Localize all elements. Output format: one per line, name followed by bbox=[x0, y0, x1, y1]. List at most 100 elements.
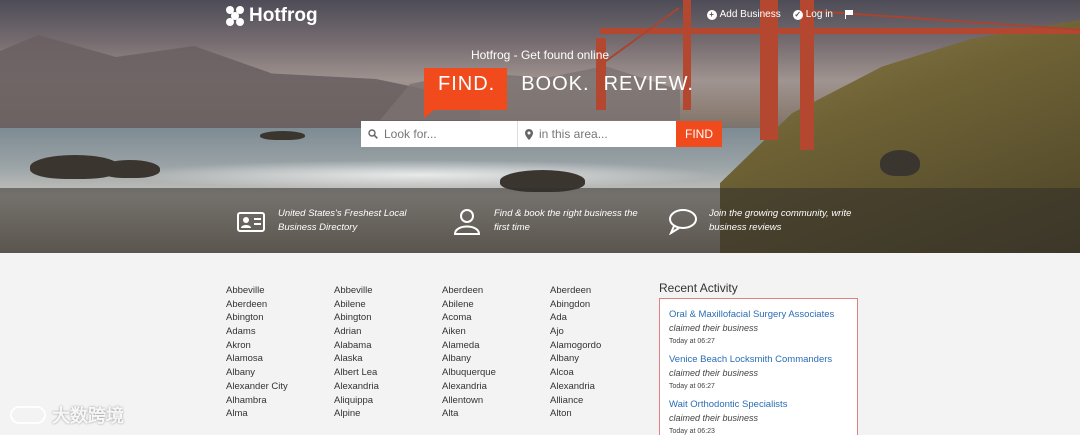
add-business-label: Add Business bbox=[719, 9, 781, 20]
activity-action: claimed their business bbox=[669, 323, 759, 333]
search-bar: Look for... in this area... FIND bbox=[361, 121, 722, 147]
city-link[interactable]: Alliance bbox=[550, 394, 658, 408]
city-link[interactable]: Albert Lea bbox=[334, 366, 442, 380]
top-links: + Add Business ✓ Log in bbox=[706, 9, 854, 20]
city-link[interactable]: Abbeville bbox=[226, 284, 334, 298]
hero-banner: Hotfrog + Add Business ✓ Log in Hotfrog … bbox=[0, 0, 1080, 253]
city-link[interactable]: Alcoa bbox=[550, 366, 658, 380]
city-link[interactable]: Albany bbox=[442, 352, 550, 366]
city-link[interactable]: Abingdon bbox=[550, 298, 658, 312]
headline-words: BOOK. REVIEW. bbox=[507, 68, 694, 96]
feature-find-book: Find & book the right business the first… bbox=[452, 207, 638, 235]
city-link[interactable]: Akron bbox=[226, 339, 334, 353]
city-link[interactable]: Adrian bbox=[334, 325, 442, 339]
city-link[interactable]: Alton bbox=[550, 407, 658, 421]
city-link[interactable]: Abbeville bbox=[334, 284, 442, 298]
search-where-placeholder: in this area... bbox=[539, 127, 608, 141]
city-column: Abbeville Abilene Abington Adrian Alabama Ala… bbox=[334, 284, 442, 421]
feature-line: business reviews bbox=[709, 221, 782, 233]
city-link[interactable]: Aberdeen bbox=[442, 284, 550, 298]
map-pin-icon bbox=[525, 128, 533, 140]
feature-line: first time bbox=[494, 221, 530, 233]
logo-text: Hotfrog bbox=[249, 5, 318, 26]
city-link[interactable]: Albany bbox=[550, 352, 658, 366]
login-link[interactable]: ✓ Log in bbox=[792, 9, 833, 20]
review-word: REVIEW. bbox=[603, 73, 694, 95]
hotfrog-logo[interactable]: Hotfrog bbox=[226, 5, 318, 27]
search-where-input[interactable]: in this area... bbox=[518, 121, 676, 147]
city-link[interactable]: Alexandria bbox=[334, 380, 442, 394]
feature-line: Business Directory bbox=[278, 221, 358, 233]
city-link[interactable]: Aberdeen bbox=[226, 298, 334, 312]
watermark: 大数跨境 bbox=[10, 402, 124, 428]
city-column: Aberdeen Abingdon Ada Ajo Alamogordo Albany Al… bbox=[550, 284, 658, 421]
city-link[interactable]: Alabama bbox=[334, 339, 442, 353]
city-column: Aberdeen Abilene Acoma Aiken Alameda Albany Al… bbox=[442, 284, 550, 421]
flag-icon[interactable] bbox=[845, 10, 854, 19]
wave-foam bbox=[120, 160, 720, 190]
city-link[interactable]: Albuquerque bbox=[442, 366, 550, 380]
user-icon bbox=[453, 209, 481, 235]
city-link[interactable]: Alaska bbox=[334, 352, 442, 366]
activity-item: Oral & Maxillofacial Surgery Associates c… bbox=[669, 308, 848, 348]
feature-text: Find & book the right business the first… bbox=[494, 207, 638, 234]
city-link[interactable]: Albany bbox=[226, 366, 334, 380]
city-link[interactable]: Alta bbox=[442, 407, 550, 421]
activity-timestamp: Today at 06:27 bbox=[669, 338, 715, 345]
city-link[interactable]: Abington bbox=[226, 311, 334, 325]
search-what-input[interactable]: Look for... bbox=[361, 121, 518, 147]
recent-activity-title: Recent Activity bbox=[659, 281, 738, 295]
city-link[interactable]: Alamosa bbox=[226, 352, 334, 366]
feature-line: United States's Freshest Local bbox=[278, 208, 407, 219]
city-link[interactable]: Abilene bbox=[334, 298, 442, 312]
tagline: Hotfrog - Get found online bbox=[470, 48, 610, 62]
feature-text: United States's Freshest Local Business … bbox=[278, 207, 407, 234]
top-navigation: Hotfrog + Add Business ✓ Log in bbox=[0, 0, 1080, 36]
features-band: United States's Freshest Local Business … bbox=[0, 188, 1080, 253]
city-link[interactable]: Abilene bbox=[442, 298, 550, 312]
city-link[interactable]: Alameda bbox=[442, 339, 550, 353]
activity-action: claimed their business bbox=[669, 413, 759, 423]
city-link[interactable]: Allentown bbox=[442, 394, 550, 408]
chat-bubble-icon bbox=[669, 209, 697, 235]
city-link[interactable]: Alamogordo bbox=[550, 339, 658, 353]
hero-headline: FIND. BOOK. REVIEW. bbox=[424, 68, 694, 118]
id-card-icon bbox=[237, 212, 265, 232]
find-button[interactable]: FIND bbox=[676, 121, 722, 147]
activity-item: Venice Beach Locksmith Commanders claimed… bbox=[669, 353, 848, 393]
city-link[interactable]: Alpine bbox=[334, 407, 442, 421]
city-link[interactable]: Alma bbox=[226, 407, 334, 421]
city-link[interactable]: Abington bbox=[334, 311, 442, 325]
city-link[interactable]: Acoma bbox=[442, 311, 550, 325]
city-link[interactable]: Alexandria bbox=[442, 380, 550, 394]
frog-logo-icon bbox=[226, 6, 246, 26]
recent-activity-list: Oral & Maxillofacial Surgery Associates c… bbox=[659, 298, 858, 435]
plus-circle-icon: + bbox=[706, 9, 717, 20]
book-word: BOOK. bbox=[521, 73, 590, 95]
activity-business-link[interactable]: Oral & Maxillofacial Surgery Associates bbox=[669, 308, 848, 321]
city-link[interactable]: Adams bbox=[226, 325, 334, 339]
feature-line: Join the growing community, write bbox=[709, 208, 852, 219]
city-link[interactable]: Aiken bbox=[442, 325, 550, 339]
city-link[interactable]: Aliquippa bbox=[334, 394, 442, 408]
city-directory: Abbeville Aberdeen Abington Adams Akron Alamo… bbox=[226, 284, 658, 421]
activity-business-link[interactable]: Venice Beach Locksmith Commanders bbox=[669, 353, 848, 366]
city-link[interactable]: Aberdeen bbox=[550, 284, 658, 298]
rock bbox=[880, 150, 920, 176]
city-column: Abbeville Aberdeen Abington Adams Akron Alamo… bbox=[226, 284, 334, 421]
city-link[interactable]: Alexander City bbox=[226, 380, 334, 394]
activity-action: claimed their business bbox=[669, 368, 759, 378]
add-business-link[interactable]: + Add Business bbox=[706, 9, 781, 20]
activity-business-link[interactable]: Wait Orthodontic Specialists bbox=[669, 398, 848, 411]
city-link[interactable]: Alexandria bbox=[550, 380, 658, 394]
activity-item: Wait Orthodontic Specialists claimed thei… bbox=[669, 398, 848, 435]
rock bbox=[260, 131, 305, 140]
search-icon bbox=[368, 129, 378, 139]
check-circle-icon: ✓ bbox=[792, 9, 803, 20]
feature-reviews: Join the growing community, write busine… bbox=[667, 207, 851, 235]
city-link[interactable]: Ada bbox=[550, 311, 658, 325]
activity-timestamp: Today at 06:23 bbox=[669, 428, 715, 435]
city-link[interactable]: Ajo bbox=[550, 325, 658, 339]
activity-timestamp: Today at 06:27 bbox=[669, 383, 715, 390]
city-link[interactable]: Alhambra bbox=[226, 394, 334, 408]
